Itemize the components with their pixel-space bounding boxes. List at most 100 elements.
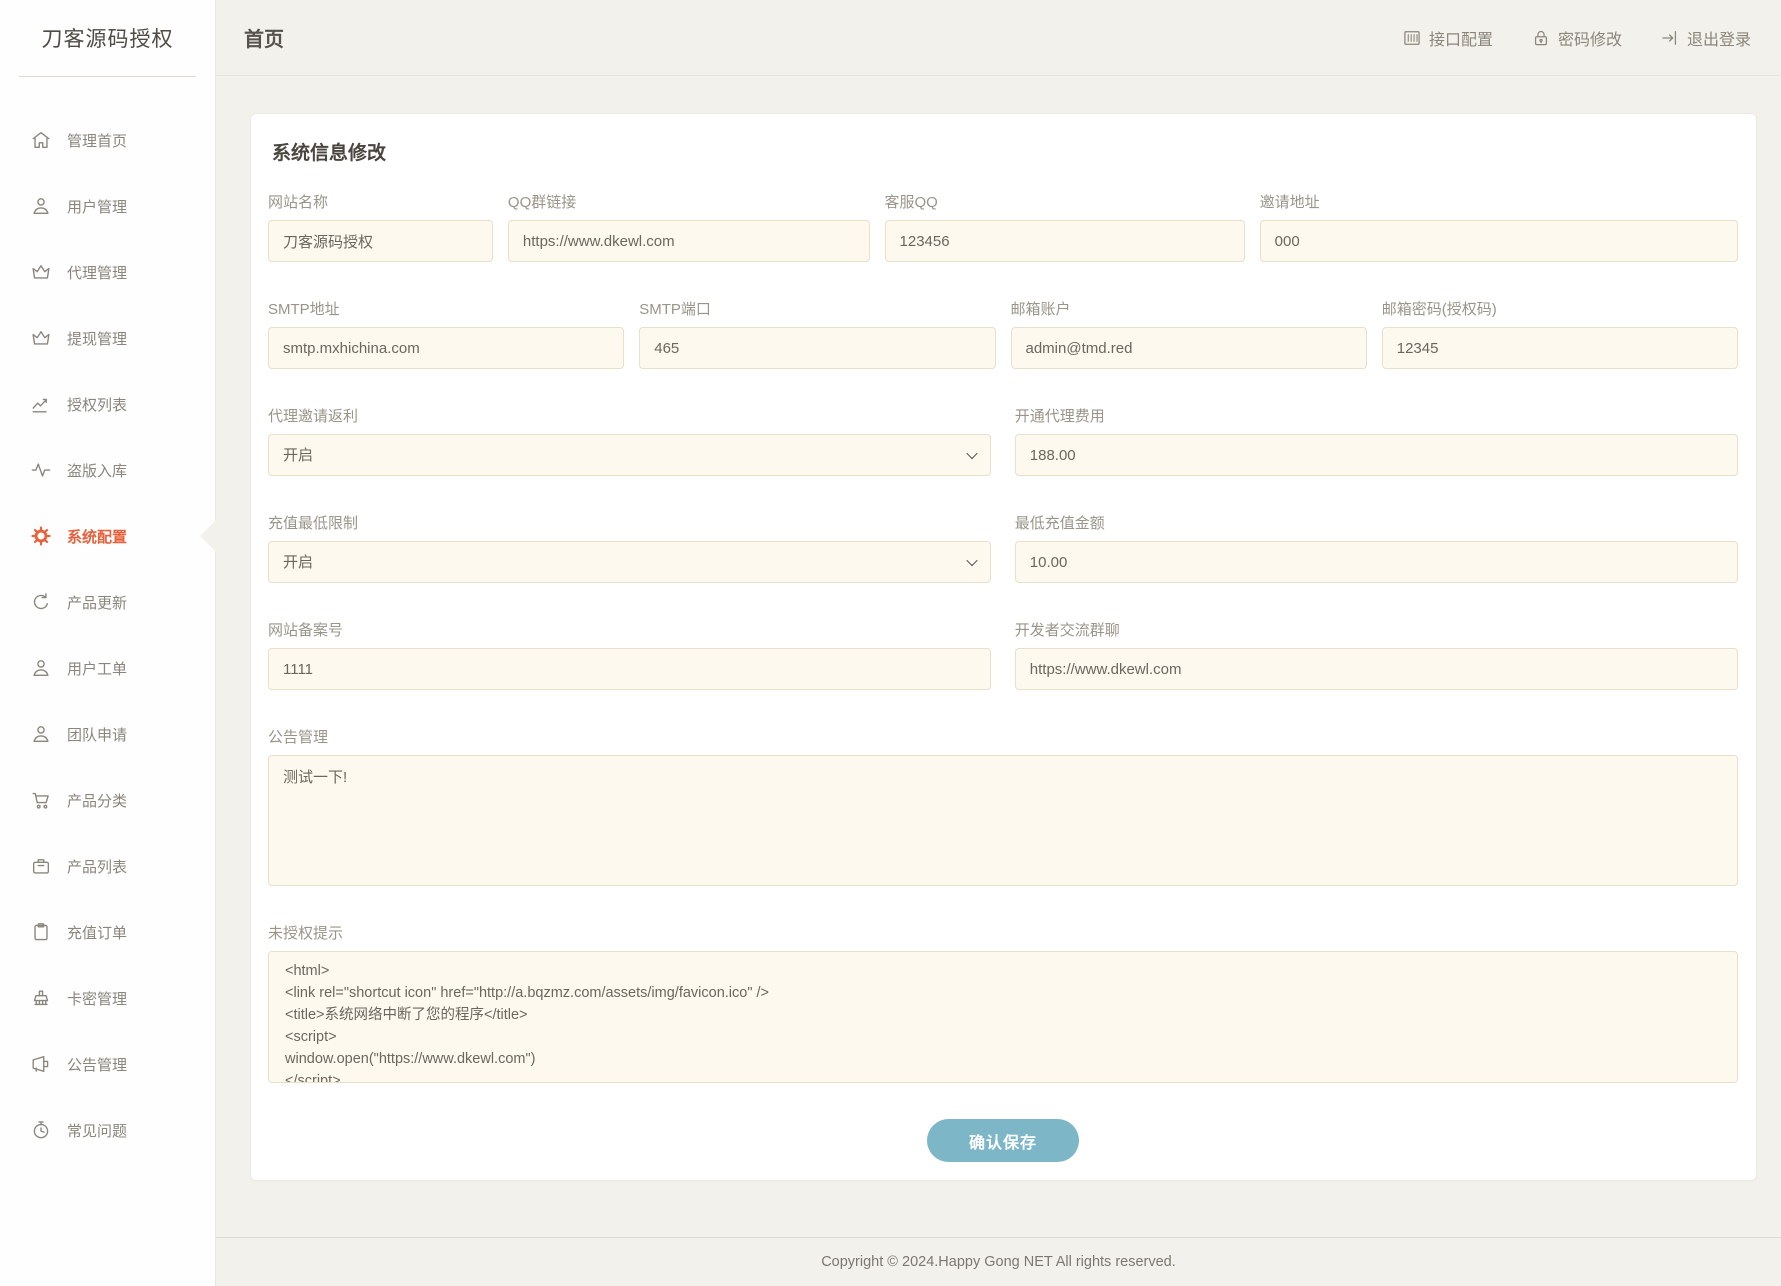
unauthorized-notice-row: 未授权提示 <html> <link rel="shortcut icon" h…: [268, 922, 1738, 1083]
form-title: 系统信息修改: [272, 138, 1738, 165]
recharge-min-limit-select[interactable]: 开启: [268, 541, 991, 583]
recharge-min-limit-field: 充值最低限制 开启: [268, 512, 991, 583]
announcement-textarea[interactable]: 测试一下!: [268, 755, 1738, 886]
briefcase-icon: [30, 855, 52, 877]
sidebar-item-team-application[interactable]: 团队申请: [0, 701, 215, 767]
invite-address-input[interactable]: [1260, 220, 1738, 262]
qq-group-link-input[interactable]: [508, 220, 870, 262]
site-name-label: 网站名称: [268, 191, 493, 212]
system-info-card: 系统信息修改 网站名称 QQ群链接 客服QQ: [250, 113, 1757, 1181]
sidebar-item-label: 授权列表: [67, 394, 127, 415]
lock-icon: [1531, 28, 1551, 48]
megaphone-icon: [30, 1053, 52, 1075]
confirm-save-button[interactable]: 确认保存: [927, 1119, 1079, 1162]
sidebar-item-label: 用户工单: [67, 658, 127, 679]
qq-group-link-label: QQ群链接: [508, 191, 870, 212]
unauthorized-notice-field: 未授权提示 <html> <link rel="shortcut icon" h…: [268, 922, 1738, 1083]
logout-label: 退出登录: [1687, 26, 1751, 50]
developer-chat-field: 开发者交流群聊: [1015, 619, 1738, 690]
agent-invite-rebate-field: 代理邀请返利 开启: [268, 405, 991, 476]
sidebar-item-label: 用户管理: [67, 196, 127, 217]
form-row-4: 充值最低限制 开启 最低充值金额: [268, 512, 1738, 583]
invite-address-field: 邀请地址: [1260, 191, 1738, 262]
top-header: 首页 接口配置 密码修改 退出登录: [216, 0, 1781, 76]
min-recharge-amount-label: 最低充值金额: [1015, 512, 1738, 533]
developer-chat-label: 开发者交流群聊: [1015, 619, 1738, 640]
site-icp-input[interactable]: [268, 648, 991, 690]
sidebar-item-product-update[interactable]: 产品更新: [0, 569, 215, 635]
smtp-address-input[interactable]: [268, 327, 624, 369]
announcement-label: 公告管理: [268, 726, 1738, 747]
agent-open-fee-input[interactable]: [1015, 434, 1738, 476]
gear-icon: [30, 525, 52, 547]
trend-chart-icon: [30, 393, 52, 415]
api-config-label: 接口配置: [1429, 26, 1493, 50]
service-qq-field: 客服QQ: [885, 191, 1245, 262]
sidebar-item-label: 公告管理: [67, 1054, 127, 1075]
sidebar-item-agent-management[interactable]: 代理管理: [0, 239, 215, 305]
api-config-link[interactable]: 接口配置: [1402, 26, 1493, 50]
sidebar-item-product-category[interactable]: 产品分类: [0, 767, 215, 833]
clipboard-icon: [30, 921, 52, 943]
sidebar-item-label: 盗版入库: [67, 460, 127, 481]
smtp-port-input[interactable]: [639, 327, 995, 369]
sidebar-item-label: 产品列表: [67, 856, 127, 877]
sidebar-item-label: 管理首页: [67, 130, 127, 151]
site-icp-field: 网站备案号: [268, 619, 991, 690]
sidebar-item-authorization-list[interactable]: 授权列表: [0, 371, 215, 437]
copyright-text: Copyright © 2024.Happy Gong NET All righ…: [821, 1254, 1176, 1270]
home-icon: [30, 129, 52, 151]
pulse-icon: [30, 459, 52, 481]
sidebar-item-admin-home[interactable]: 管理首页: [0, 107, 215, 173]
user-icon: [30, 195, 52, 217]
email-account-input[interactable]: [1011, 327, 1367, 369]
sidebar-item-label: 代理管理: [67, 262, 127, 283]
email-account-field: 邮箱账户: [1011, 298, 1367, 369]
site-name-input[interactable]: [268, 220, 493, 262]
email-account-label: 邮箱账户: [1011, 298, 1367, 319]
sidebar-item-announcement-management[interactable]: 公告管理: [0, 1031, 215, 1097]
sidebar-item-piracy-storage[interactable]: 盗版入库: [0, 437, 215, 503]
smtp-address-field: SMTP地址: [268, 298, 624, 369]
sidebar-item-label: 产品更新: [67, 592, 127, 613]
save-row: 确认保存: [268, 1119, 1738, 1162]
sidebar-item-user-management[interactable]: 用户管理: [0, 173, 215, 239]
change-password-link[interactable]: 密码修改: [1531, 26, 1622, 50]
sidebar-item-recharge-orders[interactable]: 充值订单: [0, 899, 215, 965]
min-recharge-amount-field: 最低充值金额: [1015, 512, 1738, 583]
app-root: 刀客源码授权 管理首页 用户管理 代理管理 提现管理 授权列表: [0, 0, 1781, 1286]
min-recharge-amount-input[interactable]: [1015, 541, 1738, 583]
email-password-label: 邮箱密码(授权码): [1382, 298, 1738, 319]
sidebar-item-label: 常见问题: [67, 1120, 127, 1141]
sidebar-item-withdraw-management[interactable]: 提现管理: [0, 305, 215, 371]
page-title: 首页: [244, 23, 284, 52]
sidebar-item-label: 团队申请: [67, 724, 127, 745]
sidebar-item-label: 卡密管理: [67, 988, 127, 1009]
header-links: 接口配置 密码修改 退出登录: [1402, 26, 1751, 50]
agent-invite-rebate-select[interactable]: 开启: [268, 434, 991, 476]
qq-group-link-field: QQ群链接: [508, 191, 870, 262]
developer-chat-input[interactable]: [1015, 648, 1738, 690]
sidebar-item-label: 充值订单: [67, 922, 127, 943]
sidebar-item-faq[interactable]: 常见问题: [0, 1097, 215, 1163]
sidebar-nav: 管理首页 用户管理 代理管理 提现管理 授权列表 盗版入库: [0, 77, 215, 1163]
sidebar: 刀客源码授权 管理首页 用户管理 代理管理 提现管理 授权列表: [0, 0, 216, 1286]
email-password-input[interactable]: [1382, 327, 1738, 369]
agent-open-fee-field: 开通代理费用: [1015, 405, 1738, 476]
announcement-field: 公告管理 测试一下!: [268, 726, 1738, 886]
smtp-port-label: SMTP端口: [639, 298, 995, 319]
cart-icon: [30, 789, 52, 811]
sidebar-item-system-config[interactable]: 系统配置: [0, 503, 215, 569]
unauthorized-notice-label: 未授权提示: [268, 922, 1738, 943]
sidebar-item-product-list[interactable]: 产品列表: [0, 833, 215, 899]
form-row-2: SMTP地址 SMTP端口 邮箱账户 邮箱密码(授权码): [268, 298, 1738, 369]
form-row-5: 网站备案号 开发者交流群聊: [268, 619, 1738, 690]
logout-link[interactable]: 退出登录: [1660, 26, 1751, 50]
smtp-port-field: SMTP端口: [639, 298, 995, 369]
sidebar-item-card-key-management[interactable]: 卡密管理: [0, 965, 215, 1031]
unauthorized-notice-textarea[interactable]: <html> <link rel="shortcut icon" href="h…: [268, 951, 1738, 1083]
sidebar-item-user-tickets[interactable]: 用户工单: [0, 635, 215, 701]
service-qq-input[interactable]: [885, 220, 1245, 262]
user-icon: [30, 723, 52, 745]
smtp-address-label: SMTP地址: [268, 298, 624, 319]
